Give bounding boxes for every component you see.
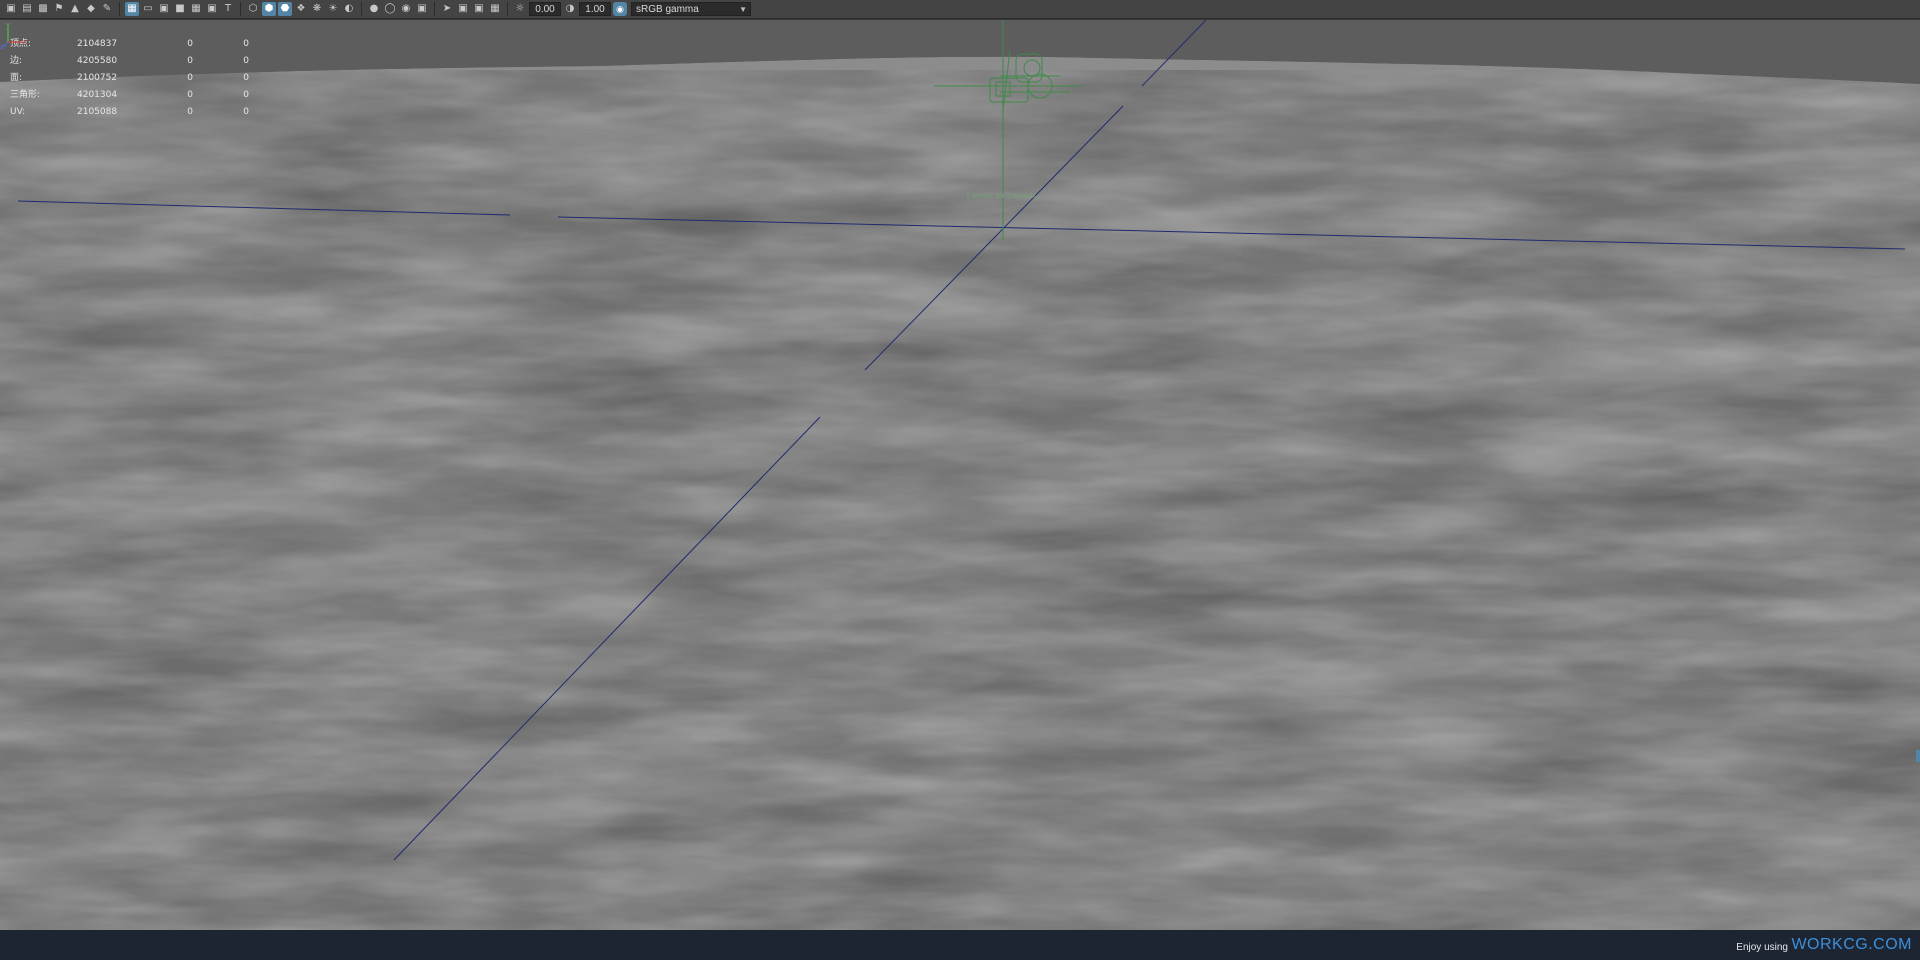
grid-icon[interactable]: ▦ [125,2,139,16]
hud-value: 4201304 [77,90,118,100]
bookmark2-icon[interactable]: ⚑ [52,2,66,16]
hud-selected2: 0 [243,90,249,100]
camera-attr-icon[interactable]: ▤ [20,2,34,16]
scroll-handle[interactable] [1916,750,1920,762]
separator [434,2,435,16]
hud-selected: 0 [187,56,193,66]
axis-gizmo-icon: y x z [0,21,27,50]
hud-selected2: 0 [243,107,249,117]
gamma-field[interactable]: 1.00 [579,2,611,16]
film-gate-toggle-icon[interactable]: ▭ [141,2,155,16]
film-gate-icon[interactable]: ◆ [84,2,98,16]
hud-selected: 0 [187,90,193,100]
color-management-icon[interactable]: ◉ [613,2,627,16]
hud-selected: 0 [187,73,193,83]
use-all-lights-icon[interactable]: ❋ [310,2,324,16]
hud-label: UV: [10,107,26,117]
shadows-icon[interactable]: ☀ [326,2,340,16]
wireframe-on-shaded-icon[interactable]: ⬣ [278,2,292,16]
gamma-icon[interactable]: ◑ [563,2,577,16]
motion-blur-icon[interactable]: ● [367,2,381,16]
xray-active-icon[interactable]: ▣ [472,2,486,16]
exposure-icon[interactable]: ☼ [513,2,527,16]
chevron-down-icon: ▼ [739,5,747,14]
hud-row: 顶点: 2104837 0 0 [10,36,249,53]
3d-viewport[interactable]: [ Smart Bit Controls ] 顶点: 2104837 0 0 边… [0,20,1920,930]
isolate-select-icon[interactable]: ▣ [415,2,429,16]
separator [361,2,362,16]
field-chart-icon[interactable]: ▦ [189,2,203,16]
hud-row: 边: 4205580 0 0 [10,53,249,70]
separator [119,2,120,16]
exposure-field[interactable]: 0.00 [529,2,561,16]
hud-selected: 0 [187,107,193,117]
gate-mask-icon[interactable]: ■ [173,2,187,16]
hud-selected2: 0 [243,73,249,83]
hud-row: 面: 2100752 0 0 [10,70,249,87]
xray-icon[interactable]: ➤ [440,2,454,16]
brand-watermark: WORKCG.COM [1791,936,1912,953]
color-space-value: sRGB gamma [636,4,699,15]
safe-action-icon[interactable]: ▣ [205,2,219,16]
hud-selected: 0 [187,39,193,49]
wireframe-icon[interactable]: ⬡ [246,2,260,16]
pencil-icon[interactable]: ✎ [100,2,114,16]
depth-of-field-icon[interactable]: ◉ [399,2,413,16]
smooth-shade-icon[interactable]: ⬢ [262,2,276,16]
status-bar: Enjoy using WORKCG.COM [0,930,1920,960]
viewport-toolbar: ▣ ▤ ▩ ⚑ ▲ ◆ ✎ ▦ ▭ ▣ ■ ▦ ▣ T ⬡ ⬢ ⬣ ❖ ❋ ☀ … [0,0,1920,19]
camera-icon[interactable]: ▣ [4,2,18,16]
safe-title-icon[interactable]: T [221,2,235,16]
color-space-dropdown[interactable]: sRGB gamma ▼ [631,2,751,16]
hud-value: 2100752 [77,73,118,83]
rig-label: [ Smart Bit Controls ] [967,192,1041,200]
svg-text:x: x [23,38,27,46]
hud-row: UV: 2105088 0 0 [10,104,249,121]
hud-label: 边: [10,56,23,66]
screen-space-ao-icon[interactable]: ◐ [342,2,356,16]
poly-count-hud: 顶点: 2104837 0 0 边: 4205580 0 0 面: 210075… [10,36,249,121]
hud-value: 4205580 [77,56,118,66]
separator [240,2,241,16]
backface-icon[interactable]: ▦ [488,2,502,16]
svg-text:z: z [0,43,4,50]
hud-value: 2105088 [77,107,118,117]
hud-selected2: 0 [243,39,249,49]
svg-text:y: y [6,21,10,29]
resolution-gate-icon[interactable]: ▣ [157,2,171,16]
bookmark-icon[interactable]: ▩ [36,2,50,16]
separator [507,2,508,16]
hud-value: 2104837 [77,39,118,49]
hud-selected2: 0 [243,56,249,66]
enjoy-text: Enjoy using [1736,942,1788,953]
hud-label: 面: [10,73,23,83]
hud-label: 三角形: [10,90,41,100]
hud-row: 三角形: 4201304 0 0 [10,87,249,104]
multisample-aa-icon[interactable]: ◯ [383,2,397,16]
textured-icon[interactable]: ❖ [294,2,308,16]
image-plane-icon[interactable]: ▲ [68,2,82,16]
xray-joints-icon[interactable]: ▣ [456,2,470,16]
terrain-render [0,20,1920,930]
